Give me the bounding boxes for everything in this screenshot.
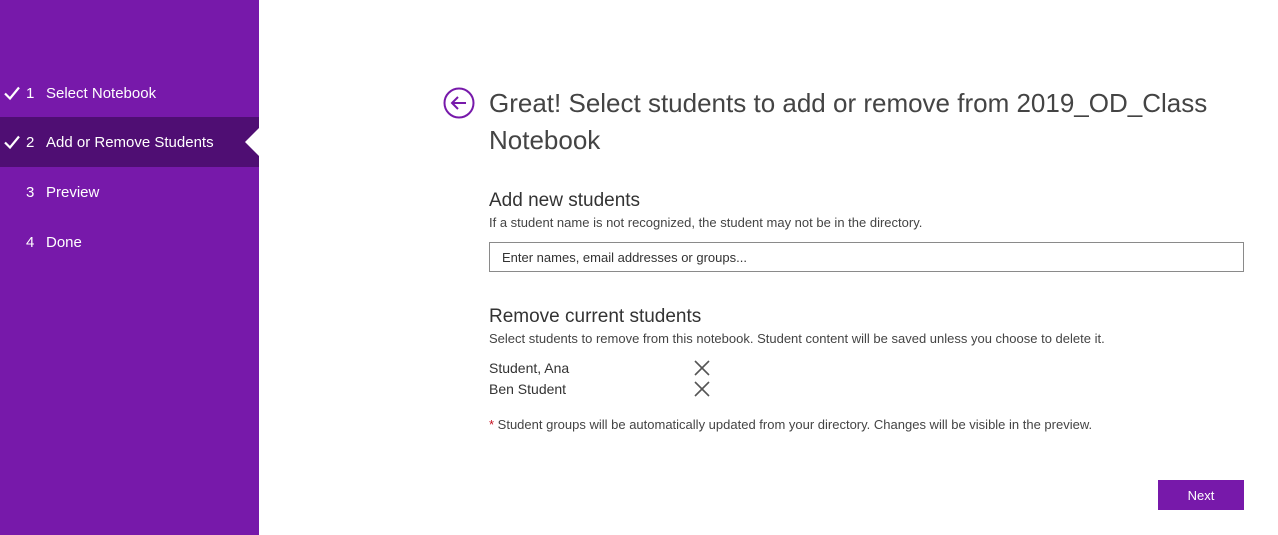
groups-note: * Student groups will be automatically u… [489,417,1092,432]
remove-student-icon[interactable] [693,380,711,398]
student-name: Student, Ana [489,360,570,376]
remove-students-heading: Remove current students [489,306,702,327]
student-row: Student, Ana [489,358,729,379]
main-content: Great! Select students to add or remove … [0,0,1278,535]
student-search-input[interactable] [489,242,1244,272]
add-students-subtext: If a student name is not recognized, the… [489,215,923,230]
remove-student-icon[interactable] [693,359,711,377]
add-students-heading: Add new students [489,190,641,211]
student-name: Ben Student [489,381,567,397]
back-arrow-icon[interactable] [443,87,475,119]
student-row: Ben Student [489,379,729,400]
remove-students-subtext: Select students to remove from this note… [489,331,1105,346]
next-button[interactable]: Next [1158,480,1244,510]
groups-note-text: Student groups will be automatically upd… [494,417,1093,432]
page-title: Great! Select students to add or remove … [489,88,1208,155]
